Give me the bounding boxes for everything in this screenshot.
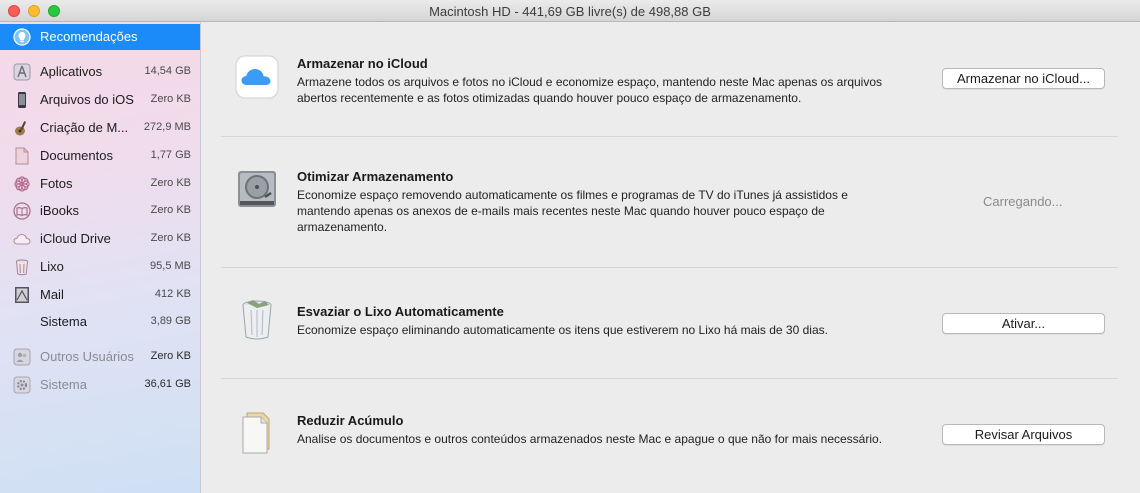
sidebar-item-size: 412 KB [154, 288, 191, 300]
sidebar-item-size: Zero KB [150, 350, 191, 362]
sidebar-item-size: 14,54 GB [144, 65, 191, 77]
store-in-icloud-button[interactable]: Armazenar no iCloud... [942, 68, 1105, 89]
sidebar: Recomendações Aplicativos 14,54 GB Arqui… [0, 22, 201, 493]
sidebar-item-label: Arquivos do iOS [40, 92, 134, 107]
sidebar-item-size: Zero KB [150, 232, 191, 244]
sidebar-item-mail[interactable]: Mail 412 KB [0, 282, 200, 308]
recommendation-title: Esvaziar o Lixo Automaticamente [297, 304, 504, 319]
sidebar-item-label: Sistema [40, 377, 87, 392]
recommendation-description: Analise os documentos e outros conteúdos… [297, 432, 883, 446]
sidebar-item-size: Zero KB [150, 177, 191, 189]
sidebar-item-arquivos-ios[interactable]: Arquivos do iOS Zero KB [0, 87, 200, 113]
hard-drive-icon [235, 167, 279, 211]
sidebar-item-size: Zero KB [150, 93, 191, 105]
sidebar-item-documentos[interactable]: Documentos 1,77 GB [0, 143, 200, 169]
iphone-icon [13, 91, 31, 109]
sidebar-item-size: 1,77 GB [150, 149, 191, 161]
sidebar-item-label: Mail [40, 287, 64, 302]
recommendations-panel: Armazenar no iCloud Armazene todos os ar… [201, 22, 1140, 493]
document-icon [13, 147, 31, 165]
mail-icon [13, 286, 31, 304]
activate-button[interactable]: Ativar... [942, 313, 1105, 334]
review-files-button[interactable]: Revisar Arquivos [942, 424, 1105, 445]
sidebar-item-label: Sistema [40, 314, 87, 329]
sidebar-item-label: Recomendações [40, 29, 138, 44]
sidebar-item-size: Zero KB [150, 204, 191, 216]
loading-status: Carregando... [983, 194, 1063, 209]
applications-icon [13, 63, 31, 81]
trash-icon [13, 258, 31, 276]
recommendation-description: Armazene todos os arquivos e fotos no iC… [297, 75, 883, 105]
sidebar-item-label: Criação de M... [40, 120, 129, 135]
sidebar-item-size: 3,89 GB [150, 315, 191, 327]
icloud-icon [235, 55, 279, 99]
recommendation-title: Otimizar Armazenamento [297, 169, 454, 184]
sidebar-item-ibooks[interactable]: iBooks Zero KB [0, 198, 200, 224]
sidebar-item-sistema: Sistema 36,61 GB [0, 372, 200, 398]
full-trash-icon [235, 297, 279, 341]
sidebar-item-label: Outros Usuários [40, 349, 134, 364]
sidebar-item-label: Documentos [40, 148, 113, 163]
sidebar-item-size: 36,61 GB [144, 378, 191, 390]
recommendation-empty-trash: Esvaziar o Lixo Automaticamente Economiz… [201, 268, 1140, 378]
recommendation-title: Reduzir Acúmulo [297, 413, 404, 428]
sidebar-item-size: 95,5 MB [150, 260, 191, 272]
sidebar-item-outros-usuarios: Outros Usuários Zero KB [0, 344, 200, 370]
recommendation-description: Economize espaço eliminando automaticame… [297, 323, 828, 337]
recommendation-title: Armazenar no iCloud [297, 56, 428, 71]
users-icon [13, 348, 31, 366]
sidebar-item-fotos[interactable]: Fotos Zero KB [0, 171, 200, 197]
sidebar-item-label: Aplicativos [40, 64, 103, 79]
window-title: Macintosh HD - 441,69 GB livre(s) de 498… [429, 4, 711, 19]
sidebar-item-label: Fotos [40, 176, 73, 191]
gear-icon [13, 376, 31, 394]
sidebar-item-aplicativos[interactable]: Aplicativos 14,54 GB [0, 59, 200, 85]
photos-icon [13, 175, 31, 193]
ibooks-icon [13, 202, 31, 220]
sidebar-item-label: iBooks [40, 203, 80, 218]
recommendation-reduce-clutter: Reduzir Acúmulo Analise os documentos e … [201, 379, 1140, 493]
sidebar-item-sistema-user[interactable]: Sistema 3,89 GB [0, 309, 200, 335]
recommendations-icon [13, 28, 31, 46]
sidebar-item-lixo[interactable]: Lixo 95,5 MB [0, 254, 200, 280]
documents-stack-icon [235, 411, 279, 455]
storage-management-window: Macintosh HD - 441,69 GB livre(s) de 498… [0, 0, 1140, 493]
cloud-icon [13, 230, 31, 248]
recommendation-icloud: Armazenar no iCloud Armazene todos os ar… [201, 22, 1140, 136]
title-bar[interactable]: Macintosh HD - 441,69 GB livre(s) de 498… [0, 0, 1140, 22]
sidebar-item-size: 272,9 MB [143, 121, 191, 133]
recommendation-optimize: Otimizar Armazenamento Economize espaço … [201, 137, 1140, 267]
sidebar-item-criacao-musica[interactable]: Criação de M... 272,9 MB [0, 115, 200, 141]
sidebar-item-label: iCloud Drive [40, 231, 111, 246]
recommendation-description: Economize espaço removendo automaticamen… [297, 188, 848, 234]
guitar-icon [13, 119, 31, 137]
sidebar-item-icloud-drive[interactable]: iCloud Drive Zero KB [0, 226, 200, 252]
sidebar-item-recomendacoes[interactable]: Recomendações [0, 24, 200, 50]
sidebar-item-label: Lixo [40, 259, 64, 274]
